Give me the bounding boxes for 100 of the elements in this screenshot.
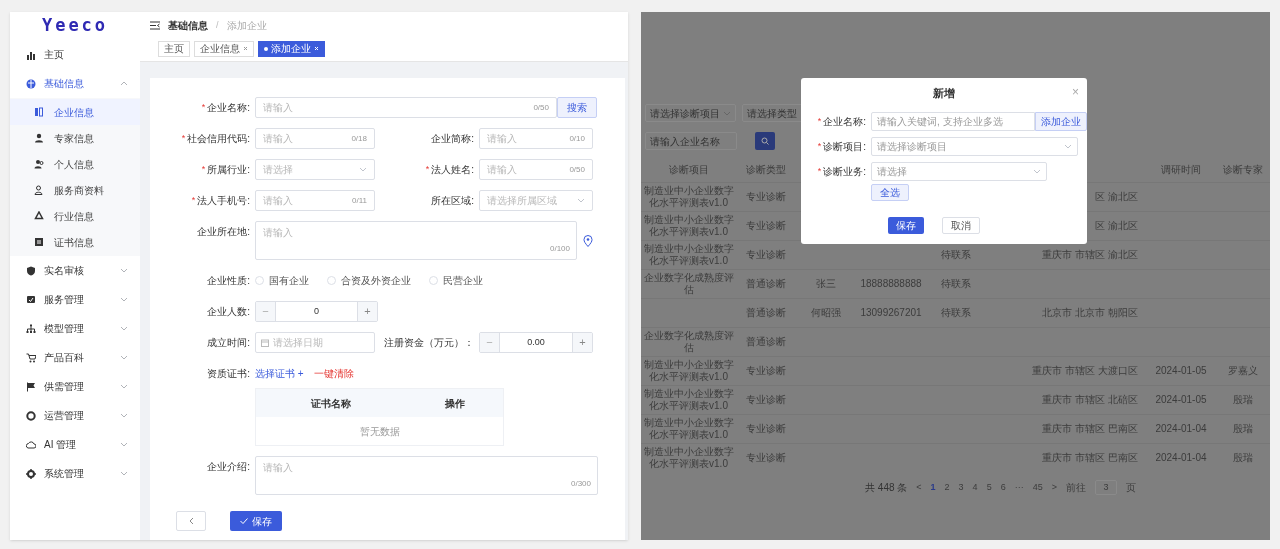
field-label: 法人手机号: bbox=[197, 194, 250, 208]
field-label: 企业名称: bbox=[823, 115, 866, 129]
select-field[interactable]: 请选择诊断项目 bbox=[645, 104, 736, 122]
tab[interactable]: 主页 bbox=[158, 40, 190, 57]
sidebar-item[interactable]: 系统管理 bbox=[10, 459, 140, 488]
select-all-button[interactable]: 全选 bbox=[871, 184, 909, 201]
tab[interactable]: 添加企业 bbox=[258, 40, 325, 57]
number-stepper[interactable]: − 0.00 + bbox=[479, 332, 593, 353]
input-field[interactable]: 请输入 0/50 bbox=[479, 159, 593, 180]
submenu-item[interactable]: 服务商资料 bbox=[10, 177, 140, 203]
submenu-item[interactable]: 行业信息 bbox=[10, 203, 140, 229]
submenu-item[interactable]: 企业信息 bbox=[10, 99, 140, 125]
hierarchy-icon bbox=[26, 323, 36, 334]
table-cell: 区 渝北区 bbox=[1095, 191, 1138, 203]
required-mark: * bbox=[181, 131, 186, 145]
search-button[interactable]: 搜索 bbox=[557, 97, 597, 118]
minus-button[interactable]: − bbox=[480, 333, 500, 352]
submenu-item[interactable]: 证书信息 bbox=[10, 229, 140, 255]
minus-button[interactable]: − bbox=[256, 302, 276, 321]
input-field[interactable]: 请输入 0/10 bbox=[479, 128, 593, 149]
gear-icon bbox=[26, 468, 36, 479]
radio-option[interactable]: 合资及外资企业 bbox=[327, 273, 411, 288]
field-label: 社会信用代码: bbox=[187, 132, 250, 146]
bar-chart-icon bbox=[26, 49, 36, 60]
page-button[interactable]: 1 bbox=[930, 480, 936, 495]
cart-icon bbox=[26, 352, 36, 363]
chevron-left-icon bbox=[188, 517, 194, 525]
clear-all-link[interactable]: 一键清除 bbox=[313, 366, 354, 381]
chevron-down-icon bbox=[1033, 169, 1041, 174]
page-button[interactable]: 3 bbox=[958, 480, 964, 495]
select-field[interactable]: 请选择诊断项目 bbox=[871, 137, 1078, 156]
search-button[interactable] bbox=[755, 132, 775, 150]
char-counter: 0/10 bbox=[569, 132, 585, 145]
number-stepper[interactable]: − 0 + bbox=[255, 301, 378, 322]
field-label: 所属行业: bbox=[207, 163, 250, 177]
sidebar-item[interactable]: 基础信息 bbox=[10, 69, 140, 98]
flag-icon bbox=[26, 381, 36, 392]
page-input[interactable]: 3 bbox=[1094, 480, 1117, 495]
field-label: 诊断业务: bbox=[823, 165, 866, 179]
required-mark: * bbox=[201, 100, 206, 114]
select-certificate-link[interactable]: 选择证书 + bbox=[255, 366, 304, 381]
sidebar-item[interactable]: 主页 bbox=[10, 40, 140, 69]
required-mark: * bbox=[817, 139, 822, 153]
person-icon bbox=[34, 133, 44, 143]
previous-page-button[interactable]: < bbox=[916, 480, 922, 495]
plus-button[interactable]: + bbox=[572, 333, 592, 352]
table-cell: 何昭强 bbox=[811, 307, 841, 319]
char-counter: 0/100 bbox=[549, 243, 570, 255]
dot-icon bbox=[264, 46, 268, 51]
breadcrumb-separator: / bbox=[216, 18, 219, 32]
search-field[interactable]: 请输入企业名称 bbox=[645, 132, 737, 150]
chevron-down-icon bbox=[359, 167, 367, 172]
field-label: 企业所在地: bbox=[197, 225, 250, 239]
submenu-item[interactable]: 个人信息 bbox=[10, 151, 140, 177]
table-cell: 2024-01-04 bbox=[1155, 423, 1207, 435]
breadcrumb-link[interactable]: 添加企业 bbox=[226, 18, 267, 33]
sidebar-item[interactable]: 供需管理 bbox=[10, 372, 140, 401]
add-company-button[interactable]: 添加企业 bbox=[1035, 112, 1087, 131]
plus-button[interactable]: + bbox=[357, 302, 377, 321]
search-icon bbox=[761, 137, 769, 145]
page-button[interactable]: 2 bbox=[944, 480, 950, 495]
sidebar-item[interactable]: 产品百科 bbox=[10, 343, 140, 372]
radio-option[interactable]: 民营企业 bbox=[429, 273, 483, 288]
page-button[interactable]: ··· bbox=[1014, 480, 1024, 495]
back-button[interactable] bbox=[176, 511, 206, 531]
close-button[interactable]: × bbox=[1072, 83, 1079, 101]
submenu-item[interactable]: 专家信息 bbox=[10, 125, 140, 151]
chevron-down-icon bbox=[577, 198, 585, 203]
input-field[interactable]: 请输入 0/18 bbox=[255, 128, 375, 149]
text-area[interactable]: 请输入 0/100 bbox=[255, 221, 577, 260]
char-counter: 0/300 bbox=[570, 478, 591, 490]
input-field[interactable]: 请输入关键词, 支持企业多选 bbox=[871, 112, 1035, 131]
goto-label: 前往 bbox=[1065, 481, 1086, 495]
breadcrumb-link[interactable]: 基础信息 bbox=[168, 18, 208, 33]
sidebar-item[interactable]: 运营管理 bbox=[10, 401, 140, 430]
table-cell: 18888888888 bbox=[860, 278, 922, 290]
next-page-button[interactable]: > bbox=[1051, 480, 1057, 495]
input-field[interactable]: 请输入 0/50 bbox=[255, 97, 557, 118]
total-count: 共 448 条 bbox=[865, 481, 908, 495]
sidebar-item[interactable]: AI 管理 bbox=[10, 430, 140, 459]
select-field[interactable]: 请选择 bbox=[871, 162, 1047, 181]
sidebar-item[interactable]: 模型管理 bbox=[10, 314, 140, 343]
logo: Yeeco bbox=[40, 14, 110, 38]
input-field[interactable]: 请输入 0/11 bbox=[255, 190, 375, 211]
building-icon bbox=[34, 107, 44, 117]
save-button[interactable]: 保存 bbox=[888, 217, 924, 234]
sidebar-item[interactable]: 实名审核 bbox=[10, 256, 140, 285]
text-area[interactable]: 请输入 0/300 bbox=[255, 456, 598, 495]
page-button[interactable]: 5 bbox=[986, 480, 992, 495]
tab[interactable]: 企业信息 bbox=[194, 40, 254, 57]
page-button[interactable]: 45 bbox=[1032, 480, 1043, 495]
table-cell: 2024-01-04 bbox=[1155, 452, 1207, 464]
char-counter: 0/50 bbox=[533, 101, 549, 114]
table-cell: 2024-01-05 bbox=[1155, 394, 1207, 406]
radio-option[interactable]: 国有企业 bbox=[255, 273, 309, 288]
save-button[interactable]: 保存 bbox=[230, 511, 282, 531]
sidebar-item[interactable]: 服务管理 bbox=[10, 285, 140, 314]
column-header: 操作 bbox=[443, 396, 466, 411]
required-mark: * bbox=[817, 114, 822, 128]
cancel-button[interactable]: 取消 bbox=[942, 217, 980, 234]
